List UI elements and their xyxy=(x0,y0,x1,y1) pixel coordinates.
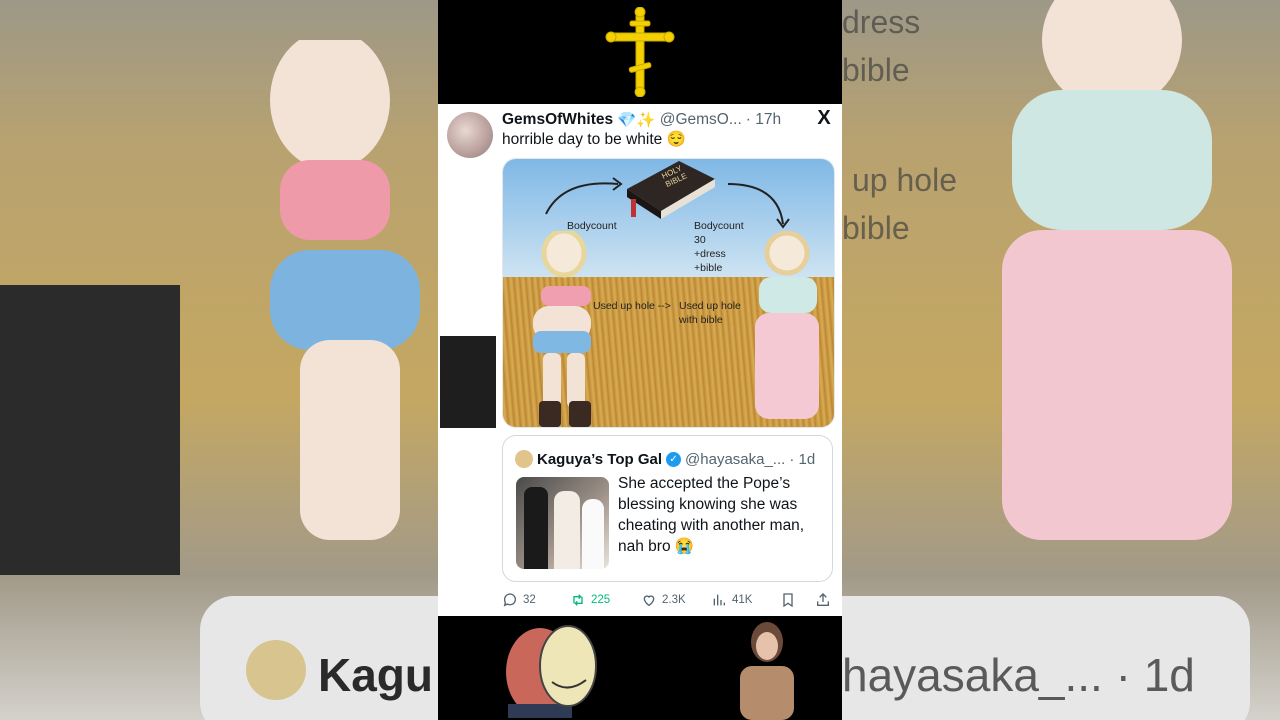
action-bar: 32 225 2.3K 41K xyxy=(502,592,833,612)
background-name: Kagu xyxy=(318,649,433,701)
author-handle[interactable]: @GemsO... xyxy=(660,111,742,129)
share-icon xyxy=(817,593,829,606)
tweet-card[interactable]: GemsOfWhites 💎✨ @GemsO... · 17h X horrib… xyxy=(438,104,842,616)
quoted-header: Kaguya’s Top Gal ✓ @hayasaka_... · 1d xyxy=(515,450,815,468)
background-text: bible xyxy=(842,210,910,246)
bottom-band xyxy=(438,616,842,720)
tweet-text: horrible day to be white 😌 xyxy=(502,131,686,148)
left-girl-illustration xyxy=(533,231,591,427)
background-handle: hayasaka_... · 1d xyxy=(842,649,1195,701)
tweet-image[interactable]: HOLY BIBLE Bodycount 30 Bodycount 30 +dr… xyxy=(502,158,835,428)
background-man-figure xyxy=(0,285,180,575)
quoted-author-name[interactable]: Kaguya’s Top Gal xyxy=(537,451,662,468)
background-left: Kagu xyxy=(0,0,438,720)
background-text: bible xyxy=(842,52,910,88)
share-button[interactable] xyxy=(815,592,831,608)
views-chart-icon xyxy=(713,594,725,606)
quoted-tweet[interactable]: Kaguya’s Top Gal ✓ @hayasaka_... · 1d Sh… xyxy=(502,435,833,582)
bookmark-icon xyxy=(783,593,793,608)
background-girl-figure xyxy=(270,40,420,540)
background-right: dress bible up hole bible hayasaka_... ·… xyxy=(842,0,1280,720)
background-text: up hole xyxy=(852,162,957,198)
background-text: dress xyxy=(842,4,921,40)
reply-icon xyxy=(503,593,516,607)
quoted-text: She accepted the Pope’s blessing knowing… xyxy=(618,475,805,555)
x-logo-icon: X xyxy=(817,107,831,129)
heart-icon xyxy=(643,595,655,607)
reply-button[interactable]: 32 xyxy=(502,592,536,608)
quoted-image[interactable] xyxy=(516,477,609,569)
author-badges: 💎✨ xyxy=(617,111,656,129)
verified-badge-icon: ✓ xyxy=(666,451,682,467)
views-button[interactable]: 41K xyxy=(711,592,752,608)
quoted-time[interactable]: · 1d xyxy=(789,451,815,468)
crying-face-overlay xyxy=(506,625,597,718)
repost-button[interactable]: 225 xyxy=(570,592,610,608)
like-button[interactable]: 2.3K xyxy=(641,592,686,608)
top-band xyxy=(438,0,842,104)
tweet-header: GemsOfWhites 💎✨ @GemsO... · 17h xyxy=(502,109,782,131)
video-frame: GemsOfWhites 💎✨ @GemsO... · 17h X horrib… xyxy=(438,0,842,720)
right-girl-illustration xyxy=(755,231,819,419)
label-bottom-right: Used up hole with bible xyxy=(679,300,741,326)
author-name[interactable]: GemsOfWhites xyxy=(502,111,613,129)
orthodox-cross-icon xyxy=(605,7,675,97)
overlay-person-thumbnail xyxy=(440,336,496,428)
bible-illustration: HOLY BIBLE xyxy=(621,161,715,219)
author-avatar[interactable] xyxy=(447,112,493,158)
reply-count: 32 xyxy=(523,594,536,606)
repost-count: 225 xyxy=(591,594,611,606)
woman-figure-overlay xyxy=(740,622,794,720)
background-avatar xyxy=(246,640,306,700)
quoted-avatar[interactable] xyxy=(515,450,533,468)
repost-icon xyxy=(573,594,583,606)
label-right: Bodycount 30 +dress +bible xyxy=(694,220,744,274)
bookmark-button[interactable] xyxy=(780,592,796,608)
tweet-time[interactable]: · 17h xyxy=(746,111,781,129)
background-girl-figure xyxy=(1002,0,1232,540)
quoted-handle[interactable]: @hayasaka_... xyxy=(685,451,785,468)
views-count: 41K xyxy=(732,594,753,606)
like-count: 2.3K xyxy=(662,594,686,606)
